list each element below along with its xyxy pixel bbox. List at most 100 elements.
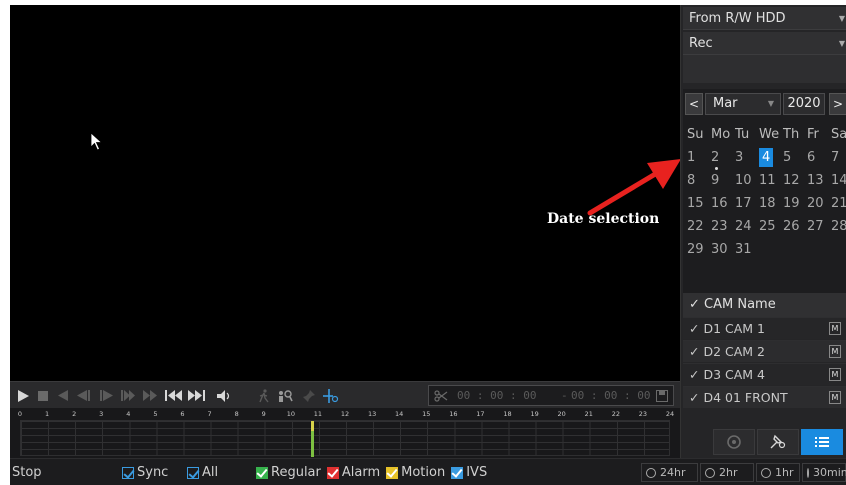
timeline-hour-label: 7 [207,410,212,418]
calendar-day[interactable]: 9 [710,173,734,188]
legend-item[interactable]: Motion [386,459,445,485]
calendar-day-number: 25 [759,219,776,234]
legend-color-icon [451,466,464,479]
clip-end-time[interactable]: 00 : 00 : 00 [571,386,650,405]
sync-view-button[interactable] [713,429,755,455]
volume-button[interactable] [214,382,236,409]
month-select[interactable]: Mar ▼ [705,93,781,115]
save-icon [656,389,668,402]
timeline-hour-label: 13 [367,410,377,418]
calendar-day[interactable]: 23 [710,219,734,234]
clip-start-time[interactable]: 00 : 00 : 00 [457,386,536,405]
next-record-button[interactable] [186,382,206,409]
calendar-day[interactable]: 16 [710,196,734,211]
camera-mode-button[interactable]: M [829,368,841,381]
time-range-button[interactable]: 24hr [641,463,698,482]
prev-month-button[interactable]: < [685,93,703,115]
calendar-day[interactable]: 12 [782,173,806,188]
calendar-day[interactable]: 29 [686,242,710,257]
save-clip-button[interactable] [653,386,671,405]
weekday-label: Mo [711,127,731,142]
calendar-day[interactable]: 14 [830,173,846,188]
calendar-day[interactable]: 11 [758,173,782,188]
calendar-day-number: 10 [735,173,752,188]
calendar-day[interactable]: 27 [806,219,830,234]
legend-item[interactable]: Regular [256,459,321,485]
reverse-play-button[interactable] [54,382,72,409]
calendar-day[interactable]: 28 [830,219,846,234]
camera-row[interactable]: ✓ D3 CAM 4 M [683,363,846,385]
time-range-button[interactable]: 30min [802,463,846,482]
playback-toolbar: 00 : 00 : 00 - 00 : 00 : 00 [10,381,680,408]
fisheye-button[interactable] [320,382,342,409]
calendar-day-number: 21 [831,196,846,211]
play-button[interactable] [14,382,32,409]
fast-play-button[interactable] [140,382,160,409]
camera-mode-button[interactable]: M [829,322,841,335]
legend-item[interactable]: IVS [451,459,487,485]
timeline-tracks[interactable] [20,420,670,457]
calendar-day[interactable]: 25 [758,219,782,234]
tag-button[interactable] [298,382,320,409]
calendar-day[interactable]: 18 [758,196,782,211]
stop-button[interactable] [34,382,52,409]
calendar-day[interactable]: 2 [710,150,734,170]
time-range-button[interactable]: 2hr [700,463,754,482]
calendar-day[interactable]: 10 [734,173,758,188]
calendar-weekday-row: Su Mo Tu We Th Fr Sa [686,123,846,146]
status-bar: Stop Sync All Regular Alarm Motion IVS 24hr… [10,458,846,485]
timeline-hour-label: 1 [45,410,50,418]
timeline-hour-label: 21 [584,410,593,418]
calendar-day[interactable]: 30 [710,242,734,257]
next-frame-button[interactable] [96,382,116,409]
calendar-day[interactable]: 17 [734,196,758,211]
calendar-day[interactable]: 20 [806,196,830,211]
type-dropdown[interactable]: Rec ▼ [683,32,846,55]
weekday-label: Tu [735,127,750,142]
list-view-button[interactable] [801,429,843,455]
prev-frame-button[interactable] [74,382,94,409]
smart-search-button[interactable] [274,382,296,409]
clip-button[interactable] [431,386,451,405]
tag-search-button[interactable] [757,429,799,455]
calendar-day[interactable]: 5 [782,150,806,165]
sync-checkbox[interactable]: Sync [122,459,168,485]
timeline[interactable]: 0 1 2 3 4 5 6 7 8 9 10 11 12 13 14 15 16 17 18 19 20 21 22 23 24 [10,408,680,458]
calendar-day[interactable]: 21 [830,196,846,211]
calendar-day[interactable]: 8 [686,173,710,188]
weekday-label: We [759,127,780,142]
calendar-day[interactable]: 26 [782,219,806,234]
camera-list-header[interactable]: ✓ CAM Name [683,293,846,317]
camera-row[interactable]: ✓ D2 CAM 2 M [683,340,846,362]
all-checkbox[interactable]: All [187,459,218,485]
video-viewport[interactable] [10,5,680,381]
calendar-day[interactable]: 3 [734,150,758,165]
calendar-day[interactable]: 15 [686,196,710,211]
calendar-day[interactable]: 31 [734,242,758,257]
previous-record-button[interactable] [164,382,184,409]
calendar-day[interactable]: 19 [782,196,806,211]
time-range-button[interactable]: 1hr [756,463,800,482]
calendar-day[interactable]: 6 [806,150,830,165]
timeline-hour-label: 18 [503,410,512,418]
clip-separator: - [561,389,568,402]
year-input[interactable]: 2020 [783,93,825,115]
next-month-button[interactable]: > [829,93,846,115]
legend-label: Alarm [341,465,381,480]
calendar-grid: Su Mo Tu We Th Fr Sa 1 2 3 4 5 6 7 8 9 10 11 12 13 14 15 16 17 1… [686,123,846,261]
human-detect-button[interactable] [254,382,274,409]
legend-item[interactable]: Alarm [326,459,381,485]
camera-row[interactable]: ✓ D4 01 FRONT M [683,386,846,408]
calendar-day[interactable]: 22 [686,219,710,234]
calendar-day[interactable]: 13 [806,173,830,188]
source-dropdown[interactable]: From R/W HDD ▼ [683,7,846,30]
calendar-day[interactable]: 7 [830,150,846,165]
calendar-day[interactable]: 24 [734,219,758,234]
camera-row[interactable]: ✓ D1 CAM 1 M [683,317,846,339]
camera-mode-button[interactable]: M [829,345,841,358]
calendar-day[interactable]: 1 [686,150,710,165]
calendar-day-number: 6 [807,150,816,165]
slow-play-button[interactable] [118,382,138,409]
camera-mode-button[interactable]: M [829,391,841,404]
calendar-day-selected[interactable]: 4 [758,148,782,167]
